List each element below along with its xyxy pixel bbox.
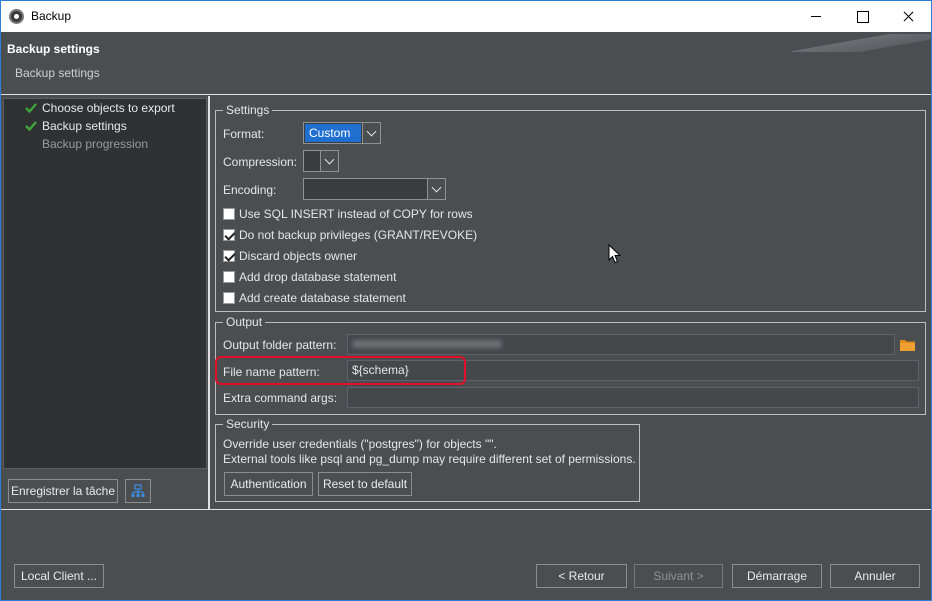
page-subtitle: Backup settings — [15, 66, 100, 80]
page-title: Backup settings — [7, 42, 100, 56]
nav-item-choose-objects[interactable]: Choose objects to export — [4, 100, 204, 118]
start-button[interactable]: Démarrage — [732, 564, 822, 588]
check-icon — [25, 103, 37, 114]
checkbox-box — [223, 292, 235, 304]
nav-item-backup-settings[interactable]: Backup settings — [4, 118, 204, 136]
mouse-cursor-icon — [608, 244, 622, 264]
checkbox-box — [223, 250, 235, 262]
output-folder-input[interactable] — [347, 334, 895, 355]
output-group-title: Output — [223, 315, 266, 329]
checkbox-box — [223, 271, 235, 283]
backup-window: Backup Backup settings Backup settings C… — [0, 0, 932, 601]
local-client-button[interactable]: Local Client ... — [14, 564, 104, 588]
checkbox-label: Add drop database statement — [239, 270, 397, 284]
authentication-button[interactable]: Authentication — [224, 472, 313, 496]
maximize-button[interactable] — [839, 1, 885, 32]
wizard-header: Backup settings Backup settings — [1, 32, 931, 95]
checkbox-label: Use SQL INSERT instead of COPY for rows — [239, 207, 473, 221]
security-group-title: Security — [223, 417, 273, 431]
checkbox-label: Discard objects owner — [239, 249, 358, 263]
annotation-highlight — [215, 356, 466, 385]
nav-item-label: Backup progression — [42, 137, 149, 151]
chevron-down-icon — [427, 179, 445, 199]
extra-args-input[interactable] — [347, 387, 919, 408]
nav-item-backup-progression[interactable]: Backup progression — [4, 136, 204, 154]
header-decoration — [791, 34, 931, 52]
check-icon — [25, 121, 37, 132]
wizard-nav: Choose objects to export Backup settings… — [3, 98, 207, 469]
folder-icon[interactable] — [900, 339, 915, 351]
format-label: Format: — [223, 127, 265, 141]
reset-to-default-button[interactable]: Reset to default — [318, 472, 412, 496]
encoding-label: Encoding: — [223, 183, 277, 197]
pane-divider — [208, 96, 210, 510]
format-select[interactable]: Custom — [303, 122, 381, 144]
checkbox-box — [223, 208, 235, 220]
nav-item-label: Choose objects to export — [42, 101, 175, 115]
output-folder-label: Output folder pattern: — [223, 338, 337, 352]
network-icon — [131, 484, 145, 497]
window-title: Backup — [31, 9, 72, 23]
app-icon — [9, 9, 24, 24]
compression-select[interactable] — [303, 150, 339, 172]
minimize-button[interactable] — [793, 1, 839, 32]
security-note-line2: External tools like psql and pg_dump may… — [223, 452, 636, 466]
checkbox-label: Add create database statement — [239, 291, 406, 305]
nav-item-label: Backup settings — [42, 119, 127, 133]
redacted-path — [352, 340, 502, 348]
task-config-button[interactable] — [125, 479, 151, 503]
back-button[interactable]: < Retour — [536, 564, 627, 588]
footer-divider — [1, 509, 931, 510]
title-bar: Backup — [1, 1, 931, 32]
format-selected-value: Custom — [305, 124, 361, 142]
compression-label: Compression: — [223, 155, 298, 169]
chevron-down-icon — [320, 151, 338, 171]
next-button[interactable]: Suivant > — [634, 564, 723, 588]
settings-group-title: Settings — [223, 103, 273, 117]
close-button[interactable] — [885, 1, 931, 32]
extra-args-label: Extra command args: — [223, 391, 338, 405]
checkbox-label: Do not backup privileges (GRANT/REVOKE) — [239, 228, 478, 242]
chevron-down-icon — [362, 123, 380, 143]
security-note-line1: Override user credentials ("postgres") f… — [223, 437, 497, 451]
save-task-button[interactable]: Enregistrer la tâche — [8, 479, 118, 503]
cancel-button[interactable]: Annuler — [830, 564, 920, 588]
checkbox-box — [223, 229, 235, 241]
encoding-select[interactable] — [303, 178, 446, 200]
